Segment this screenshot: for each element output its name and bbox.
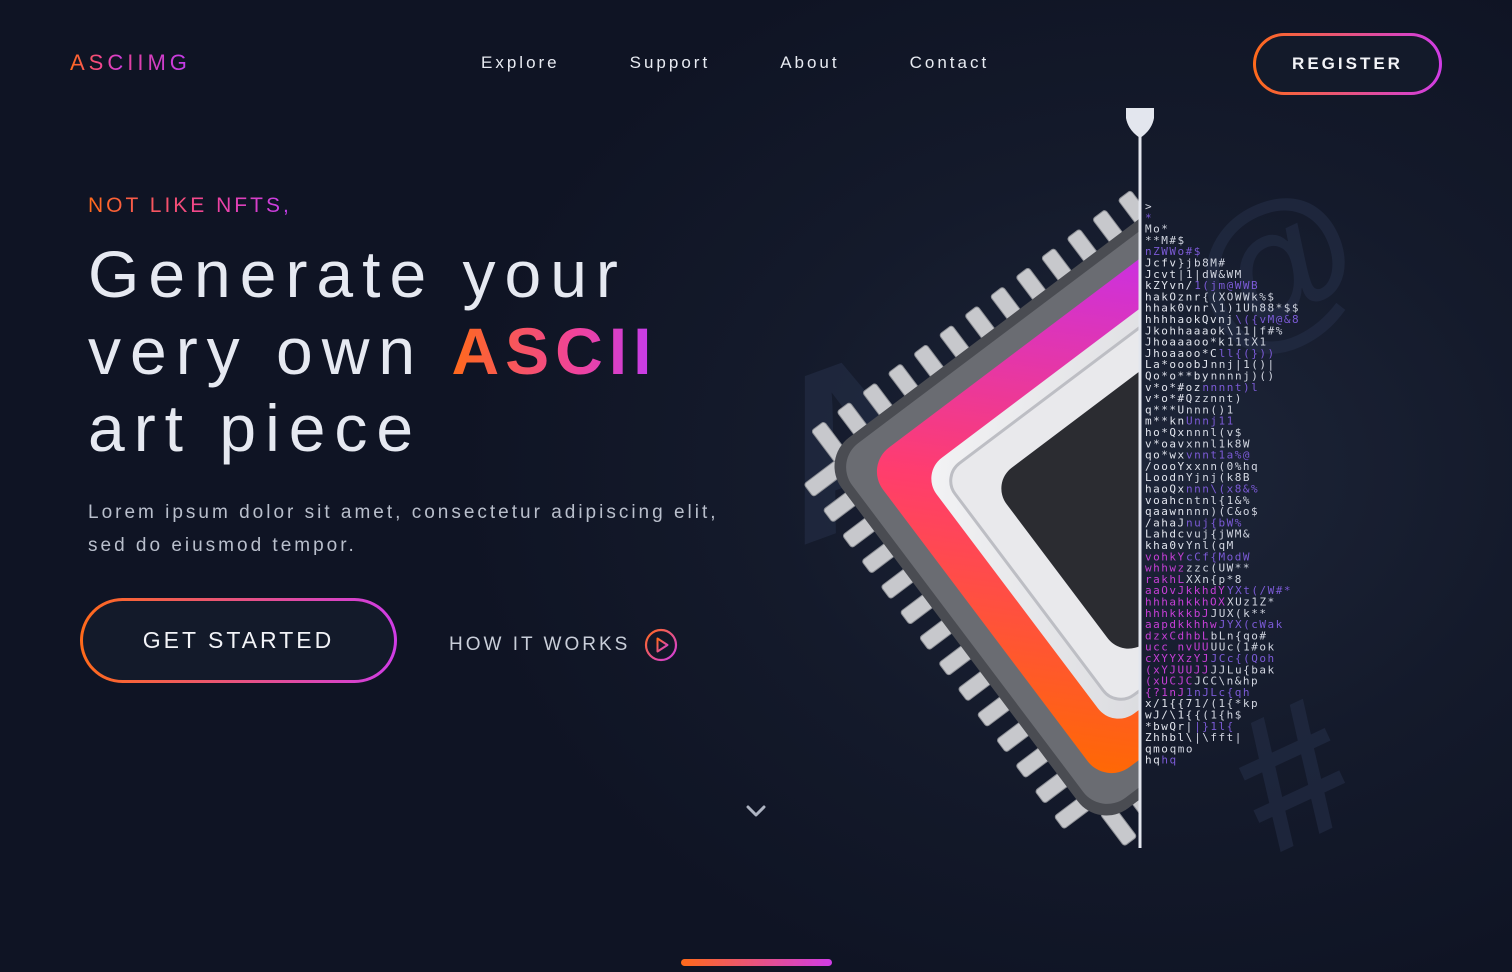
nav-support[interactable]: Support [630, 53, 711, 73]
ascii-line: |\fft| [1194, 731, 1243, 744]
nav-about[interactable]: About [780, 53, 839, 73]
hero-headline: Generate your very own ASCII art piece [88, 236, 657, 467]
how-it-works-label: HOW IT WORKS [449, 634, 631, 655]
get-started-button[interactable]: GET STARTED [80, 598, 397, 683]
ascii-line-lead: hq [1145, 754, 1161, 767]
logo-text-part1: ASC [70, 50, 128, 75]
nav-contact[interactable]: Contact [910, 53, 990, 73]
logo[interactable]: ASCIIMG [70, 50, 191, 76]
logo-text-part2: IIMG [127, 50, 191, 75]
ascii-line: hq [1161, 754, 1177, 767]
register-label: REGISTER [1256, 36, 1439, 92]
headline-accent: ASCII [451, 314, 658, 388]
play-circle-icon [645, 628, 678, 662]
main-nav: Explore Support About Contact [481, 53, 1059, 73]
how-it-works-link[interactable]: HOW IT WORKS [449, 628, 678, 662]
register-button[interactable]: REGISTER [1253, 33, 1442, 95]
hero-eyebrow: NOT LIKE NFTS, [88, 194, 292, 217]
cpu-chip-illustration: A @ # [760, 108, 1388, 860]
headline-line-2: very own [88, 314, 452, 388]
headline-line-1: Generate your [88, 237, 627, 311]
compare-slider-handle[interactable] [1126, 108, 1154, 138]
slide-progress-bar [681, 959, 832, 966]
headline-line-3: art piece [88, 391, 423, 465]
hero-description: Lorem ipsum dolor sit amet, consectetur … [88, 502, 719, 556]
nav-explore[interactable]: Explore [481, 53, 560, 73]
get-started-label: GET STARTED [83, 601, 394, 680]
